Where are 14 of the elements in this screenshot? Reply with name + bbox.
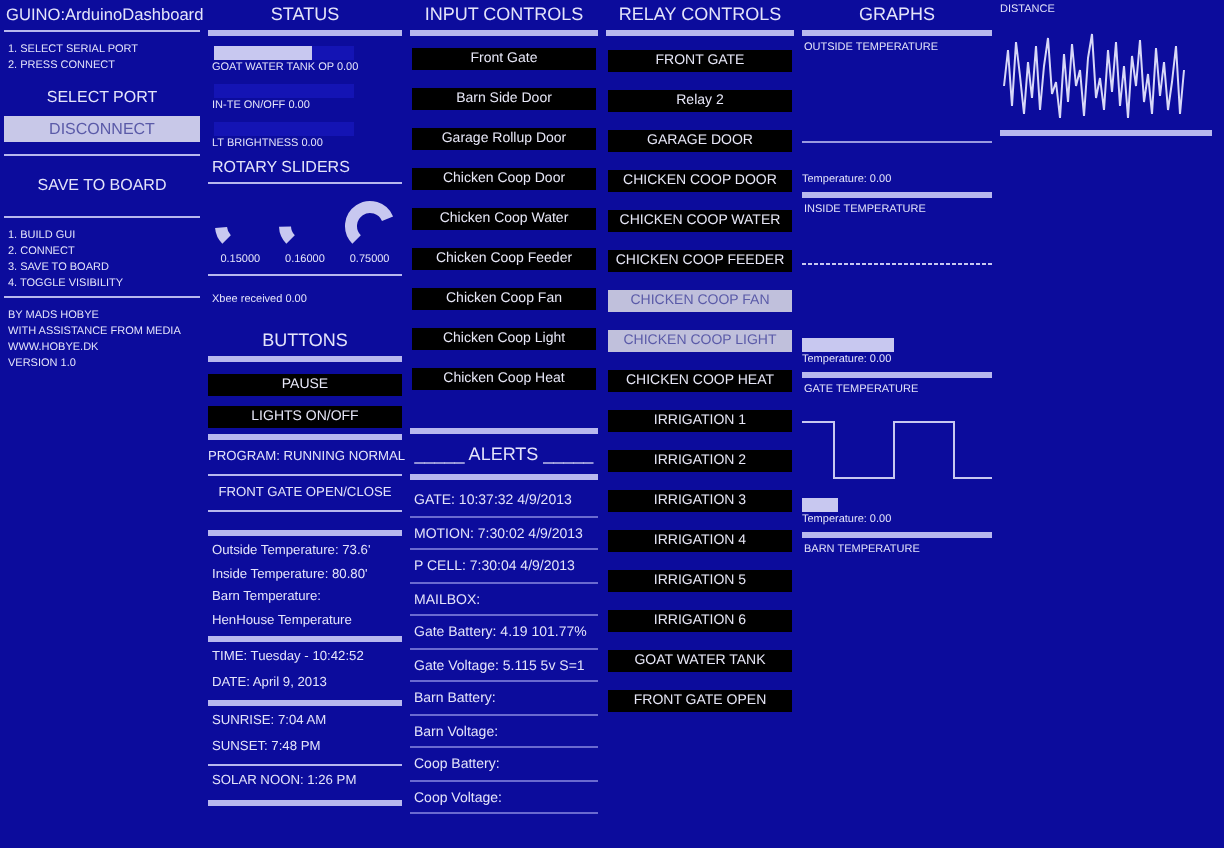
section-title: INPUT CONTROLS — [422, 2, 586, 26]
section-title: STATUS — [268, 2, 342, 26]
disconnect-button[interactable]: DISCONNECT — [4, 116, 200, 142]
select-port-button[interactable]: SELECT PORT — [4, 82, 200, 110]
section-title: RELAY CONTROLS — [616, 2, 784, 26]
slider[interactable] — [214, 46, 354, 60]
section-title: _____ ALERTS _____ — [412, 442, 596, 466]
app-title: GUINO:ArduinoDashboard — [4, 2, 200, 26]
section-title: ROTARY SLIDERS — [210, 158, 352, 178]
slider[interactable] — [214, 122, 354, 136]
section-title: GRAPHS — [856, 2, 937, 26]
slider[interactable] — [214, 84, 354, 98]
section-title: BUTTONS — [260, 328, 350, 352]
save-button[interactable]: SAVE TO BOARD — [4, 170, 200, 198]
